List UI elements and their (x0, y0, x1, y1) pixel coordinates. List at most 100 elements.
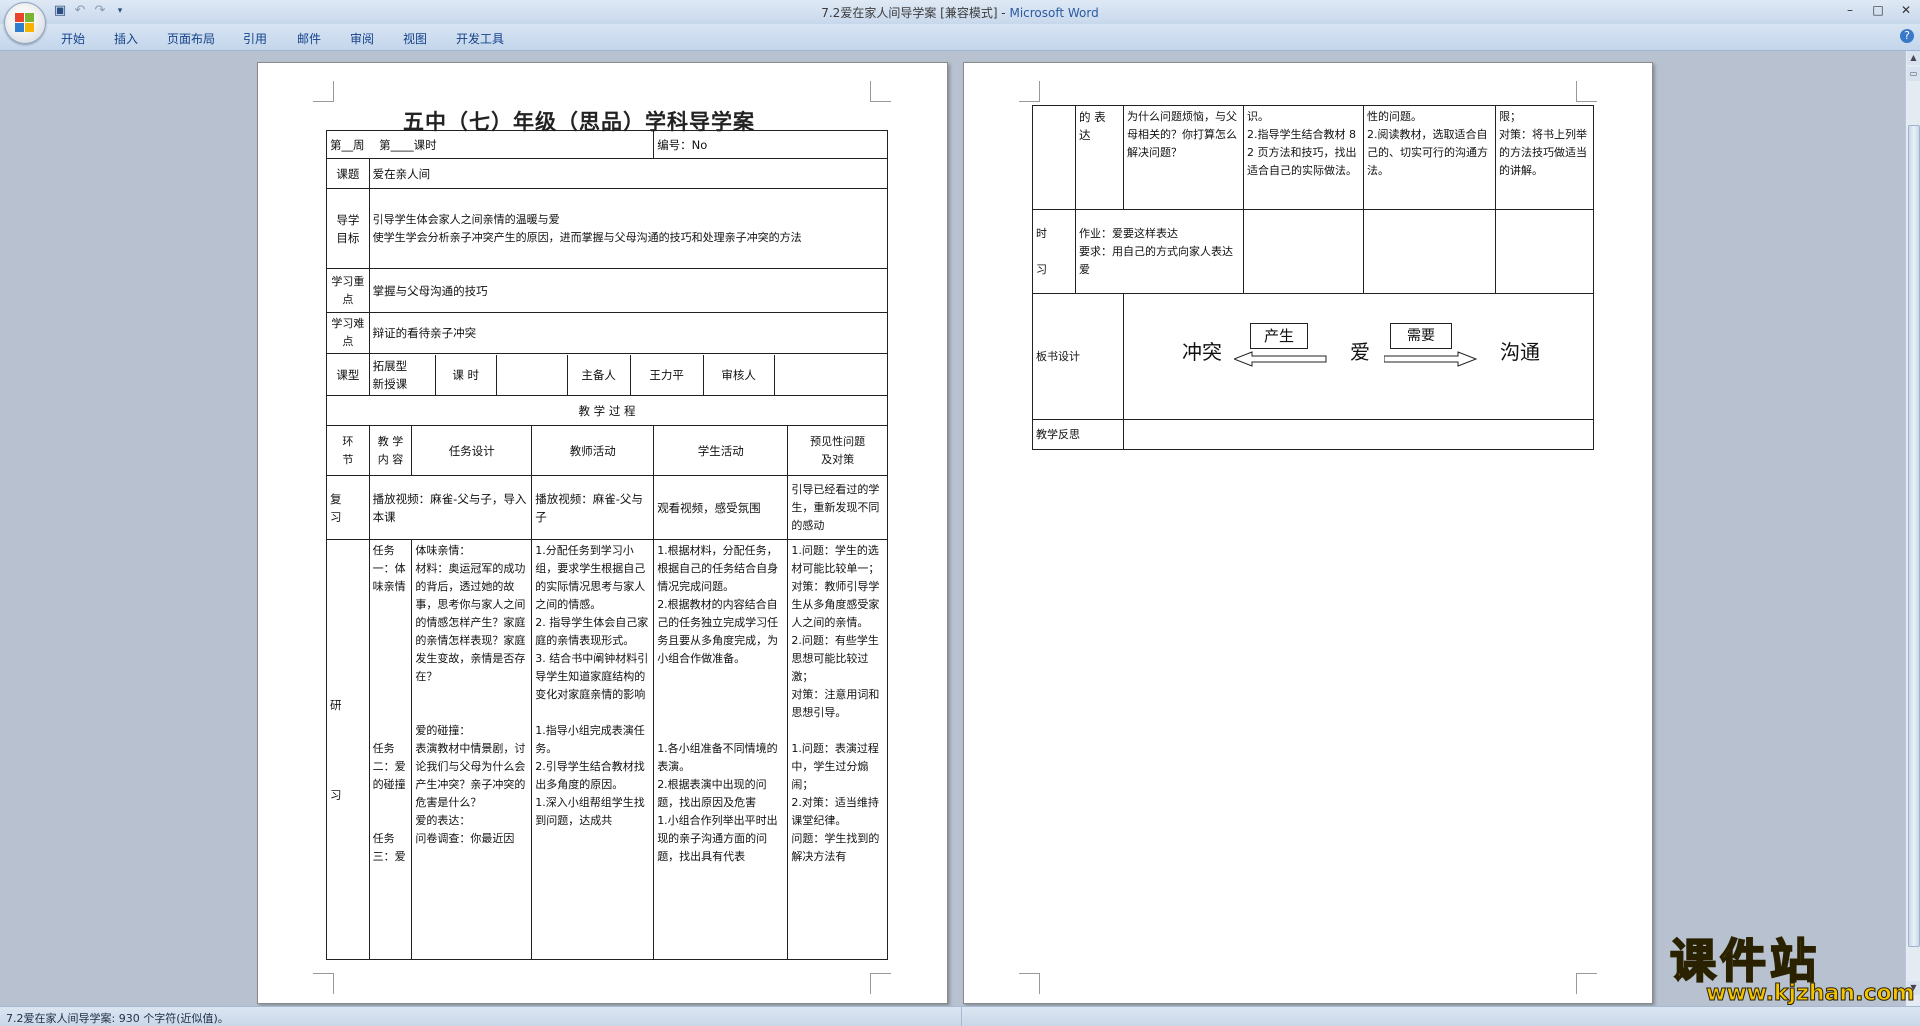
crop-mark (313, 973, 334, 994)
crop-mark (870, 973, 891, 994)
tab-review[interactable]: 审阅 (350, 30, 374, 47)
help-icon[interactable]: ? (1900, 29, 1914, 43)
maximize-button[interactable]: □ (1864, 0, 1892, 20)
title-bar: ▣ ↶ ↷ ▾ 7.2爱在家人间导学案 [兼容模式] - Microsoft W… (0, 0, 1920, 24)
homework-empty-cell[interactable] (1495, 209, 1594, 294)
study-task[interactable]: 体味亲情： 材料：奥运冠军的成功的背后，透过她的故事，思考你与家人之间的情感怎样… (411, 539, 533, 960)
col-header-teacher: 教师活动 (531, 425, 655, 476)
reviewer-label: 审核人 (704, 354, 775, 395)
vertical-scrollbar[interactable]: ▲ ▭ ▼ (1905, 51, 1920, 1006)
review-task[interactable]: 播放视频：麻雀-父与子，导入本课 (368, 475, 533, 540)
cont-teacher[interactable]: 识。 2.指导学生结合教材 82 页方法和技巧，找出适合自己的实际做法。 (1243, 105, 1364, 210)
board-produce-box: 产生 (1250, 322, 1308, 349)
table-row: 学习重点 掌握与父母沟通的技巧 (326, 268, 889, 313)
table-row: 第__周 第____课时 编号：No (325, 130, 888, 159)
col-header-content: 教 学 内 容 (368, 425, 413, 476)
ruler-toggle-icon[interactable]: ▭ (1907, 67, 1920, 81)
board-need-box: 需要 (1390, 322, 1452, 349)
board-conflict-text: 冲突 (1182, 339, 1222, 364)
lesson-text: 第____课时 (379, 137, 437, 152)
type-label: 课型 (326, 353, 370, 396)
homework-empty-cell[interactable] (1363, 209, 1496, 294)
table-row: 研 习 任务一：体味亲情 任务二：爱的碰撞 任务三：爱 体味亲情： 材料：奥运冠… (326, 539, 888, 960)
week-lesson-cell[interactable]: 第__周 第____课时 (325, 130, 655, 159)
number-cell[interactable]: 编号：No (653, 130, 888, 159)
study-student[interactable]: 1.根据材料，分配任务，根据自己的任务结合自身情况完成问题。 2.根据教材的内容… (653, 539, 789, 960)
board-communicate-text: 沟通 (1500, 339, 1540, 364)
table-row: 时 习 作业：爱要这样表达 要求：用自己的方式向家人表达爱 (1032, 209, 1594, 294)
difficulty-label: 学习难点 (326, 312, 370, 354)
site-watermark-logo: 课件站 www.kjzhan.com (1668, 925, 1918, 1007)
col-header-issues: 预见性问题 及对策 (787, 425, 888, 476)
study-teacher[interactable]: 1.分配任务到学习小组，要求学生根据自己的实际情况思考与家人之间的情感。 2. … (531, 539, 655, 960)
table-row: 课题 爱在亲人间 (326, 158, 889, 189)
hours-value[interactable] (497, 354, 568, 395)
table-row: 课型 拓展型 新授课 课 时 主备人 王力平 审核人 (326, 353, 889, 396)
type-value[interactable]: 拓展型 新授课 (370, 354, 436, 395)
tab-home[interactable]: 开始 (61, 30, 85, 47)
board-label: 板书设计 (1032, 293, 1124, 420)
col-header-segment: 环 节 (326, 425, 370, 476)
difficulty-value[interactable]: 辩证的看待亲子冲突 (368, 312, 889, 354)
study-issues[interactable]: 1.问题：学生的选材可能比较单一； 对策：教师引导学生从多角度感受家人之间的亲情… (787, 539, 888, 960)
tab-page-layout[interactable]: 页面布局 (167, 30, 215, 47)
watermark-url-text: www.kjzhan.com (1706, 981, 1916, 1007)
cont-student[interactable]: 性的问题。 2.阅读教材，选取适合自己的、切实可行的沟通方法。 (1363, 105, 1496, 210)
study-content[interactable]: 任务一：体味亲情 任务二：爱的碰撞 任务三：爱 (368, 539, 413, 960)
cont-task[interactable]: 为什么问题烦恼，与父母相关的？你打算怎么解决问题？ (1123, 105, 1244, 210)
minimize-button[interactable]: – (1836, 0, 1864, 20)
topic-value[interactable]: 爱在亲人间 (368, 158, 889, 189)
reflection-cell[interactable] (1123, 419, 1594, 450)
homework-text[interactable]: 作业：爱要这样表达 要求：用自己的方式向家人表达爱 (1075, 209, 1244, 294)
study-segment[interactable]: 研 习 (326, 539, 370, 960)
week-text: 第__周 (330, 137, 365, 152)
focus-value[interactable]: 掌握与父母沟通的技巧 (368, 268, 889, 313)
homework-label: 时 习 (1032, 209, 1076, 294)
process-heading: 教 学 过 程 (326, 395, 888, 426)
close-button[interactable]: ✕ (1892, 0, 1920, 20)
window-title: 7.2爱在家人间导学案 [兼容模式] - Microsoft Word (0, 4, 1920, 21)
plan-table-page2[interactable]: 的 表 达 为什么问题烦恼，与父母相关的？你打算怎么解决问题？ 识。 2.指导学… (1032, 105, 1594, 450)
hours-label: 课 时 (436, 354, 497, 395)
review-issues[interactable]: 引导已经看过的学生，重新发现不同的感动 (787, 475, 888, 540)
office-button[interactable] (4, 2, 46, 44)
review-segment[interactable]: 复 习 (326, 475, 370, 540)
crop-mark (1019, 81, 1040, 102)
cont-issues[interactable]: 限； 对策：将书上列举的方法技巧做适当的讲解。 (1495, 105, 1594, 210)
type-row: 拓展型 新授课 课 时 主备人 王力平 审核人 (368, 353, 889, 396)
goal-label: 导学 目标 (326, 188, 370, 269)
table-row: 教学反思 (1032, 419, 1594, 450)
table-row: 导学 目标 引导学生体会家人之间亲情的温暖与爱 使学生学会分析亲子冲突产生的原因… (326, 188, 889, 269)
crop-mark (870, 81, 891, 102)
plan-table-page1[interactable]: 第__周 第____课时 编号：No 课题 爱在亲人间 导学 目标 引导学生体会… (325, 130, 889, 960)
cont-segment[interactable] (1032, 105, 1076, 210)
focus-label: 学习重点 (326, 268, 370, 313)
number-text: 编号：No (657, 137, 708, 152)
tab-view[interactable]: 视图 (403, 30, 427, 47)
tab-insert[interactable]: 插入 (114, 30, 138, 47)
tab-mailings[interactable]: 邮件 (297, 30, 321, 47)
crop-mark (1576, 81, 1597, 102)
homework-empty-cell[interactable] (1243, 209, 1364, 294)
table-row: 板书设计 冲突 产生 爱 需要 沟通 (1032, 293, 1594, 420)
table-row: 复 习 播放视频：麻雀-父与子，导入本课 播放视频：麻雀-父与子 观看视频，感受… (326, 475, 888, 540)
col-header-student: 学生活动 (653, 425, 789, 476)
document-title: 7.2爱在家人间导学案 [兼容模式] - (821, 6, 1010, 20)
ribbon-tab-bar: 开始 插入 页面布局 引用 邮件 审阅 视图 开发工具 ? (0, 24, 1920, 51)
reflection-label: 教学反思 (1032, 419, 1124, 450)
scrollbar-thumb[interactable] (1908, 125, 1920, 947)
reviewer-value[interactable] (775, 355, 887, 395)
table-row: 学习难点 辩证的看待亲子冲突 (326, 312, 889, 354)
review-teacher[interactable]: 播放视频：麻雀-父与子 (531, 475, 655, 540)
crop-mark (1576, 973, 1597, 994)
col-header-task: 任务设计 (411, 425, 533, 476)
preparer-value[interactable]: 王力平 (631, 354, 704, 395)
scroll-up-icon[interactable]: ▲ (1907, 51, 1920, 65)
cont-content[interactable]: 的 表 达 (1075, 105, 1124, 210)
board-design-cell[interactable]: 冲突 产生 爱 需要 沟通 (1123, 293, 1594, 420)
goal-text[interactable]: 引导学生体会家人之间亲情的温暖与爱 使学生学会分析亲子冲突产生的原因，进而掌握与… (368, 188, 889, 269)
review-student[interactable]: 观看视频，感受氛围 (653, 475, 789, 540)
tab-references[interactable]: 引用 (243, 30, 267, 47)
board-love-text: 爱 (1350, 339, 1370, 364)
tab-developer[interactable]: 开发工具 (456, 30, 504, 47)
